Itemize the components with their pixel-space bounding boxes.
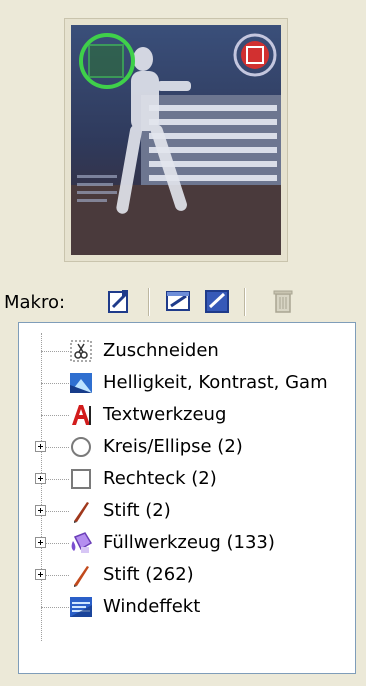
makro-label: Makro:: [4, 292, 66, 313]
text-tool-icon: [69, 403, 93, 427]
preview-illustration: [71, 25, 281, 255]
expand-toggle[interactable]: [35, 537, 46, 548]
preview-image: [71, 25, 281, 255]
tree-item-helligkeit[interactable]: Helligkeit, Kontrast, Gam: [19, 367, 355, 399]
tree-item-label: Textwerkzeug: [103, 404, 227, 425]
tree-item-label: Stift (2): [103, 500, 171, 521]
toolbar-separator: [244, 288, 245, 316]
play-macro-icon: [166, 291, 190, 311]
expand-toggle[interactable]: [35, 569, 46, 580]
tree-branch-line: [41, 415, 69, 416]
tree-item-label: Zuschneiden: [103, 340, 219, 361]
edit-macro-icon: [205, 290, 229, 313]
pen-icon: [69, 563, 93, 587]
tree-item-label: Stift (262): [103, 564, 194, 585]
ellipse-icon: [69, 435, 93, 459]
pen-icon: [69, 499, 93, 523]
edit-macro-button[interactable]: [202, 286, 232, 316]
tree-item-label: Windeffekt: [103, 596, 201, 617]
record-macro-icon: [108, 290, 128, 313]
tree-item-textwerkzeug[interactable]: Textwerkzeug: [19, 399, 355, 431]
wind-effect-icon: [69, 595, 93, 619]
tree-item-zuschneiden[interactable]: Zuschneiden: [19, 335, 355, 367]
makro-toolbar: Makro:: [0, 282, 366, 322]
tree-item-label: Füllwerkzeug (133): [103, 532, 275, 553]
tree-item-rechteck[interactable]: Rechteck (2): [19, 463, 355, 495]
tree-branch-line: [41, 607, 69, 608]
tree-item-label: Kreis/Ellipse (2): [103, 436, 243, 457]
tree-item-kreis-ellipse[interactable]: Kreis/Ellipse (2): [19, 431, 355, 463]
tree-branch-line: [41, 351, 69, 352]
tree-branch-line: [41, 383, 69, 384]
tree-item-stift[interactable]: Stift (2): [19, 495, 355, 527]
tree-item-stift[interactable]: Stift (262): [19, 559, 355, 591]
brightness-contrast-icon: [69, 371, 93, 395]
tree-item-windeffekt[interactable]: Windeffekt: [19, 591, 355, 623]
preview-thumbnail: [64, 18, 288, 262]
tree-item-label: Helligkeit, Kontrast, Gam: [103, 372, 328, 393]
play-macro-button[interactable]: [164, 286, 194, 316]
expand-toggle[interactable]: [35, 505, 46, 516]
tree-item-fuellwerkzeug[interactable]: Füllwerkzeug (133): [19, 527, 355, 559]
record-macro-button[interactable]: [104, 286, 134, 316]
rectangle-icon: [69, 467, 93, 491]
fill-tool-icon: [69, 531, 93, 555]
toolbar-separator: [148, 288, 149, 316]
crop-icon: [69, 339, 93, 363]
trash-icon: [273, 290, 293, 313]
history-tree[interactable]: Zuschneiden Helligkeit, Kontrast, Gam Te…: [18, 322, 356, 674]
expand-toggle[interactable]: [35, 473, 46, 484]
tree-item-label: Rechteck (2): [103, 468, 217, 489]
expand-toggle[interactable]: [35, 441, 46, 452]
delete-macro-button[interactable]: [268, 286, 298, 316]
